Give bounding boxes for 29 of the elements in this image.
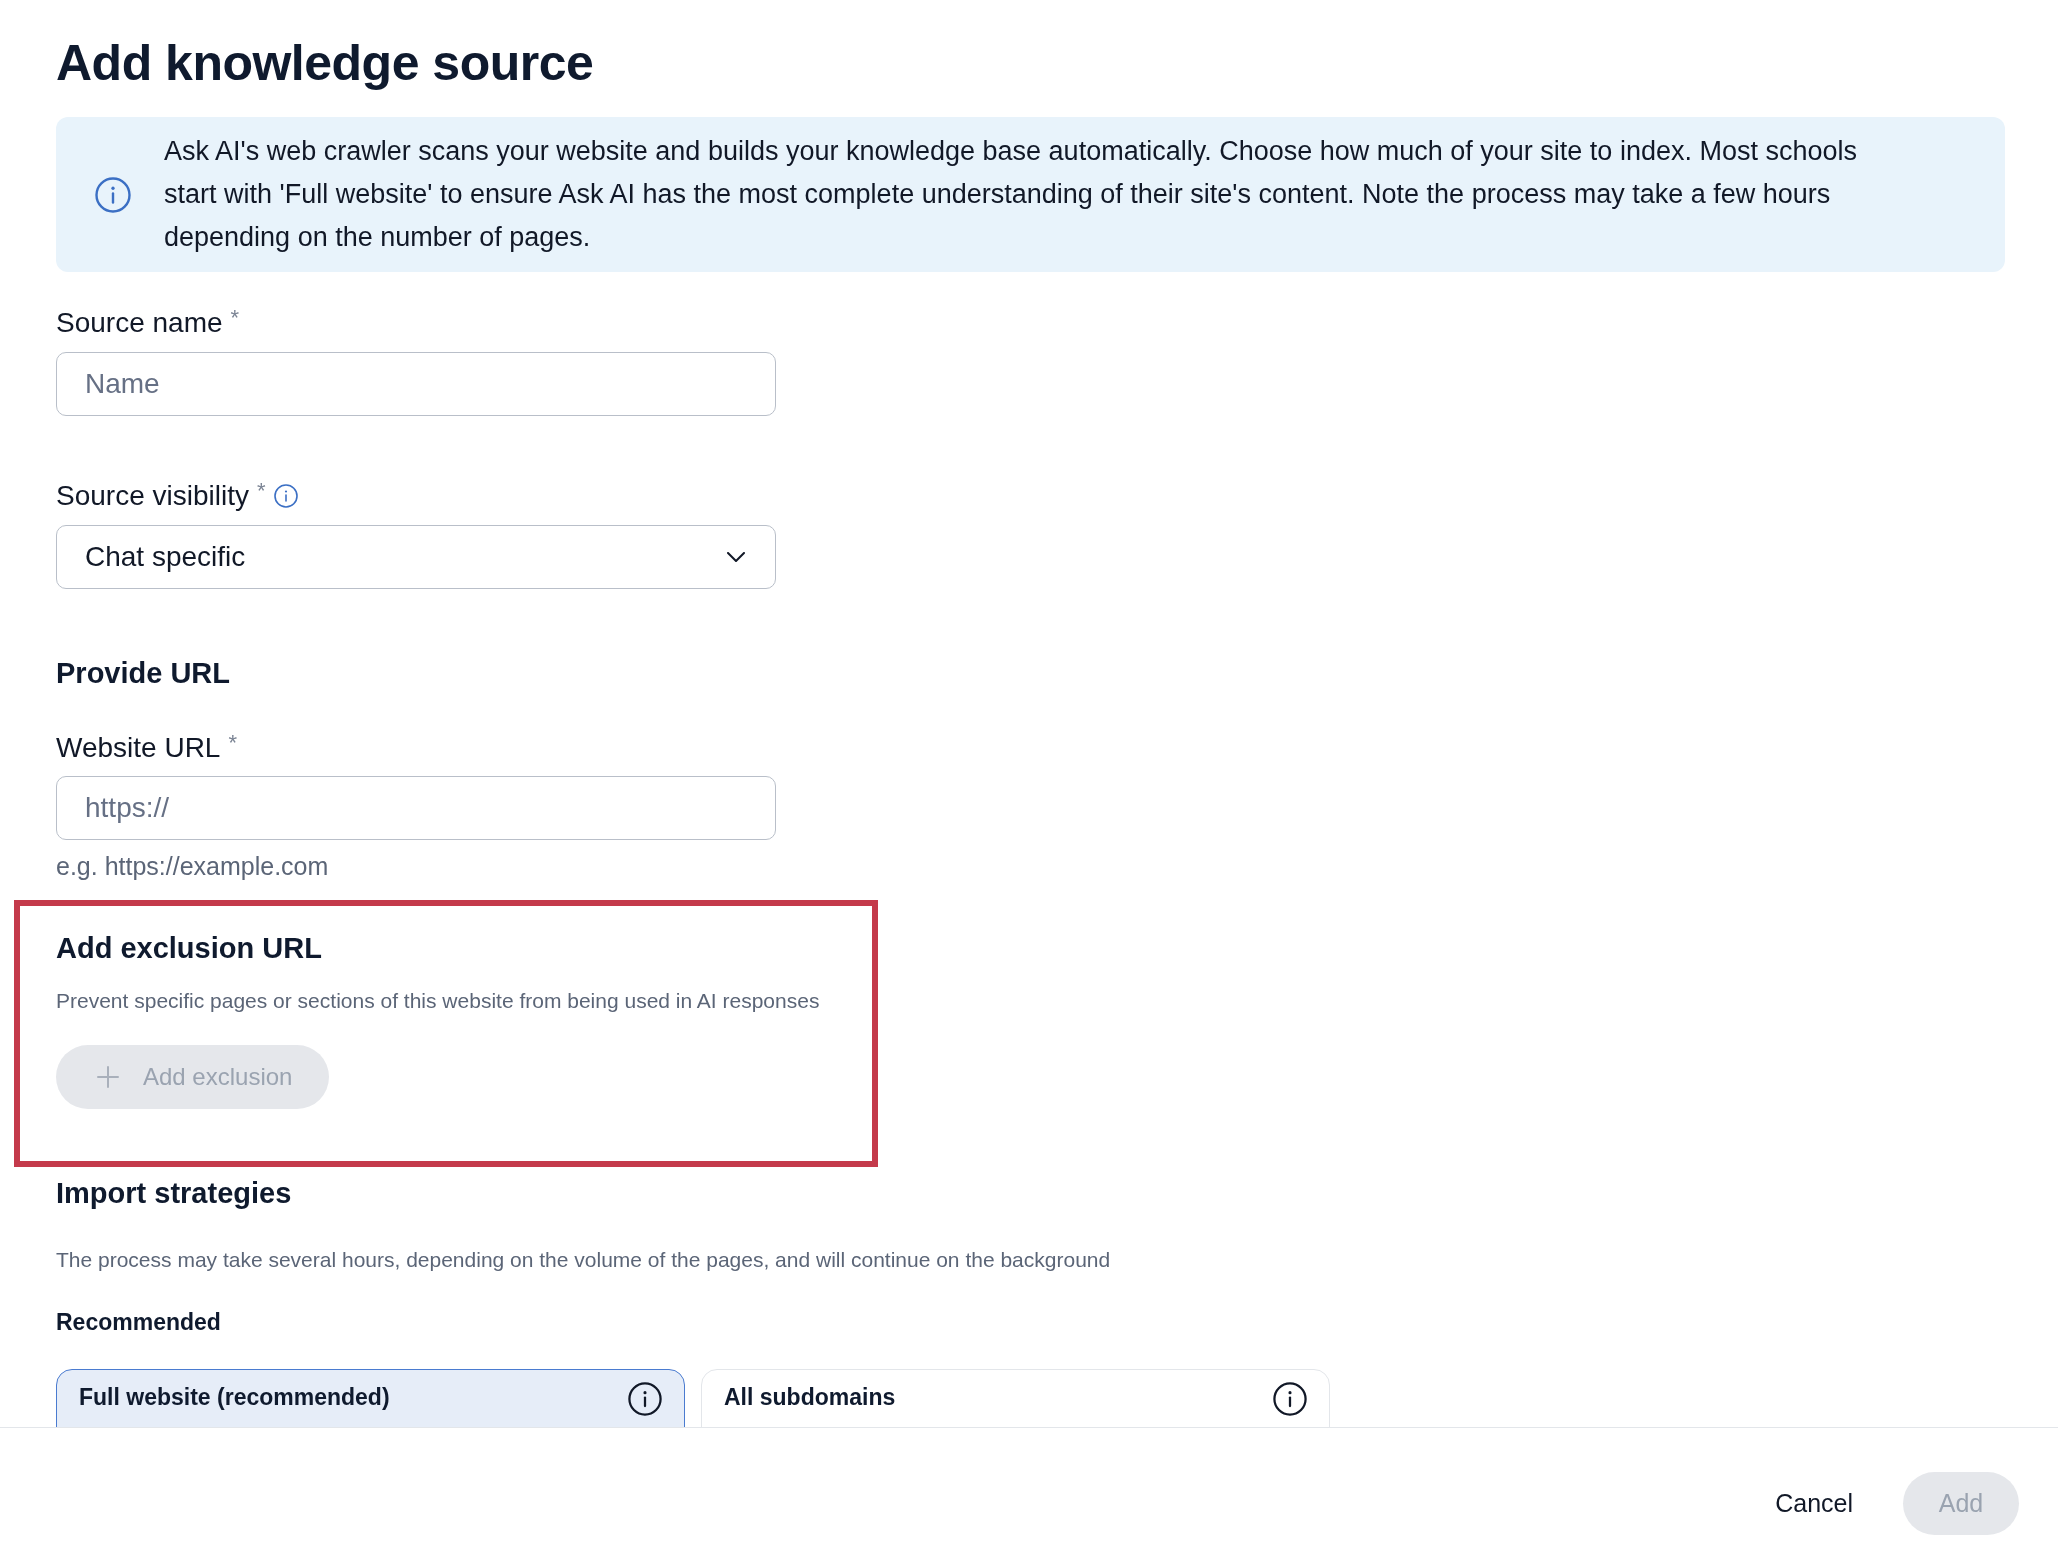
required-mark: * bbox=[230, 306, 240, 330]
strategy-option-card[interactable]: Full website (recommended) bbox=[56, 1369, 685, 1427]
info-icon bbox=[95, 176, 131, 213]
page-title: Add knowledge source bbox=[56, 36, 594, 91]
section-heading: Add exclusion URL bbox=[56, 931, 322, 966]
plus-icon bbox=[97, 1066, 119, 1088]
select-value: Chat specific bbox=[85, 541, 246, 573]
info-banner-text: Ask AI's web crawler scans your website and builds your knowledge base automatically. Choose how much of your site to index. Most schools start with 'Full website' to ensure Ask AI has the most complete understanding of their site's content. Note the process may take a few hours depending on the number of pages. bbox=[164, 135, 1858, 254]
section-heading: Import strategies bbox=[56, 1176, 292, 1211]
select-dropdown[interactable]: Chat specific bbox=[56, 525, 776, 589]
option-title: Full website (recommended) bbox=[79, 1383, 390, 1412]
required-mark: * bbox=[228, 731, 237, 755]
group-label: Recommended bbox=[56, 1308, 221, 1336]
option-title: All subdomains bbox=[724, 1383, 896, 1412]
strategy-option-card[interactable]: All subdomains bbox=[701, 1369, 1330, 1427]
section-heading: Provide URL bbox=[56, 656, 231, 691]
cancel-button[interactable]: Cancel bbox=[1755, 1478, 1873, 1528]
section-description: The process may take several hours, depending on the volume of the pages, and will continue on the background bbox=[56, 1247, 1111, 1273]
field-hint: e.g. https://example.com bbox=[56, 851, 329, 881]
field-label: Website URL bbox=[56, 731, 221, 765]
chevron-down-icon bbox=[727, 552, 745, 562]
info-icon bbox=[628, 1382, 662, 1416]
field-label: Source name bbox=[56, 306, 223, 340]
text-input-field[interactable]: Name bbox=[56, 352, 776, 416]
info-icon bbox=[1273, 1382, 1307, 1416]
required-mark: * bbox=[256, 479, 266, 503]
section-description: Prevent specific pages or sections of this website from being used in AI responses bbox=[56, 988, 820, 1014]
url-input-field[interactable]: https:// bbox=[56, 776, 776, 840]
field-label: Source visibility bbox=[56, 479, 249, 513]
